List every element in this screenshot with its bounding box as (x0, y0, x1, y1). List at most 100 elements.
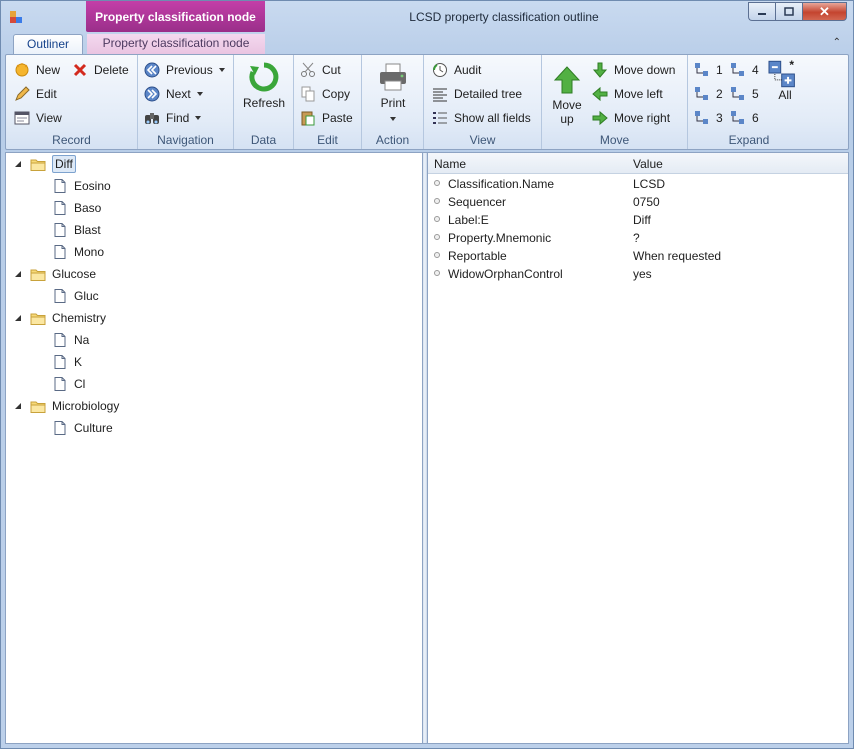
row-bullet-icon (434, 198, 440, 204)
tree-node-leaf[interactable]: Mono (54, 242, 104, 262)
close-button[interactable]: ✕ (802, 2, 847, 21)
move-down-button[interactable]: Move down (592, 62, 675, 78)
arrow-right-icon (592, 110, 608, 126)
find-button[interactable]: Find (144, 110, 202, 126)
tree-node-leaf[interactable]: Eosino (54, 176, 111, 196)
tree-node-leaf[interactable]: K (54, 352, 82, 372)
tree-node-folder[interactable]: Glucose (14, 264, 96, 284)
tree-node-label: Culture (74, 421, 113, 435)
close-icon: ✕ (819, 3, 830, 19)
document-icon (54, 245, 66, 259)
move-right-label: Move right (614, 111, 671, 125)
new-button[interactable]: New (14, 62, 60, 78)
move-right-button[interactable]: Move right (592, 110, 670, 126)
maximize-icon (784, 7, 794, 16)
next-icon (144, 86, 160, 102)
expand-level-2-button[interactable]: 2 (694, 86, 723, 102)
tree-node-leaf[interactable]: Baso (54, 198, 101, 218)
expand-level-icon (730, 86, 746, 102)
show-all-fields-button[interactable]: Show all fields (432, 110, 531, 126)
expand-level-5-button[interactable]: 5 (730, 86, 759, 102)
expand-all-button[interactable]: * All (768, 58, 802, 102)
app-icon[interactable] (9, 10, 23, 24)
tree-node-leaf[interactable]: Blast (54, 220, 101, 240)
tree-node-leaf[interactable]: Na (54, 330, 89, 350)
tree-node-folder[interactable]: Chemistry (14, 308, 106, 328)
document-icon (54, 179, 66, 193)
expand-level-1-button[interactable]: 1 (694, 62, 723, 78)
property-value[interactable]: yes (633, 267, 652, 281)
navigation-group-label: Navigation (157, 133, 214, 147)
tree-node-label: Blast (74, 223, 101, 237)
view-icon (14, 110, 30, 126)
property-value[interactable]: When requested (633, 249, 721, 263)
tab-outliner[interactable]: Outliner (13, 34, 83, 55)
column-header-name[interactable]: Name (434, 157, 466, 171)
previous-label: Previous (166, 63, 213, 77)
edit-button[interactable]: Edit (14, 86, 57, 102)
expand-level-5-label: 5 (752, 87, 759, 101)
refresh-icon (249, 62, 279, 92)
expand-level-2-label: 2 (716, 87, 723, 101)
property-value[interactable]: Diff (633, 213, 651, 227)
expand-level-6-button[interactable]: 6 (730, 110, 759, 126)
property-value[interactable]: LCSD (633, 177, 665, 191)
next-button[interactable]: Next (144, 86, 203, 102)
tree-node-leaf[interactable]: Cl (54, 374, 85, 394)
grid-row[interactable]: Classification.Name LCSD (428, 175, 848, 193)
cut-button[interactable]: Cut (300, 62, 341, 78)
paste-button[interactable]: Paste (300, 110, 353, 126)
expand-level-4-button[interactable]: 4 (730, 62, 759, 78)
grid-row[interactable]: Reportable When requested (428, 247, 848, 265)
view-button[interactable]: View (14, 110, 62, 126)
move-left-button[interactable]: Move left (592, 86, 663, 102)
outline-tree[interactable]: Diff Eosino Baso Blast Mono Glucose Gluc Chemis… (6, 153, 422, 743)
tree-node-label: Chemistry (52, 311, 107, 325)
print-label: Print (380, 96, 406, 110)
minimize-button[interactable] (748, 2, 775, 21)
grid-row[interactable]: Property.Mnemonic? (428, 229, 848, 247)
delete-button[interactable]: Delete (72, 62, 129, 78)
tree-node-folder[interactable]: Microbiology (14, 396, 119, 416)
refresh-button[interactable]: Refresh (240, 61, 288, 110)
property-name: Classification.Name (448, 177, 555, 191)
group-expand: 1 2 3 4 5 6 * All Expand (688, 55, 810, 149)
print-button[interactable]: Print (368, 61, 418, 124)
column-header-value[interactable]: Value (633, 157, 663, 171)
find-label: Find (166, 111, 190, 125)
edit-group-label: Edit (317, 133, 338, 147)
expanded-triangle-icon[interactable] (14, 402, 22, 410)
minimize-icon (758, 12, 766, 15)
tab-property-classification-node[interactable]: Property classification node (87, 34, 265, 55)
ribbon-collapse-icon[interactable]: ⌃ (833, 37, 841, 48)
grid-row[interactable]: Label:E Diff (428, 211, 848, 229)
row-bullet-icon (434, 270, 440, 276)
copy-button[interactable]: Copy (300, 86, 350, 102)
expand-level-3-button[interactable]: 3 (694, 110, 723, 126)
tree-node-leaf[interactable]: Culture (54, 418, 113, 438)
tree-node-leaf[interactable]: Gluc (54, 286, 99, 306)
expand-level-icon (730, 62, 746, 78)
detailed-tree-icon (432, 86, 448, 102)
audit-button[interactable]: Audit (432, 62, 481, 78)
property-value[interactable]: 0750 (633, 195, 660, 209)
row-bullet-icon (434, 216, 440, 222)
expanded-triangle-icon[interactable] (14, 314, 22, 322)
property-name: Sequencer (448, 195, 507, 209)
previous-button[interactable]: Previous (144, 62, 225, 78)
delete-icon (72, 62, 88, 78)
expanded-triangle-icon[interactable] (14, 270, 22, 278)
move-up-button[interactable]: Move up (546, 65, 588, 126)
detailed-tree-button[interactable]: Detailed tree (432, 86, 522, 102)
tree-node-label: Cl (74, 377, 86, 391)
row-bullet-icon (434, 252, 440, 258)
grid-row[interactable]: WidowOrphanControl yes (428, 265, 848, 283)
grid-row[interactable]: Sequencer 0750 (428, 193, 848, 211)
tree-node-folder[interactable]: Diff (14, 154, 76, 174)
maximize-button[interactable] (775, 2, 802, 21)
paste-icon (300, 110, 316, 126)
property-value[interactable]: ? (633, 231, 640, 245)
edit-label: Edit (36, 87, 57, 101)
expanded-triangle-icon[interactable] (14, 160, 22, 168)
window-controls: ✕ (748, 2, 847, 21)
